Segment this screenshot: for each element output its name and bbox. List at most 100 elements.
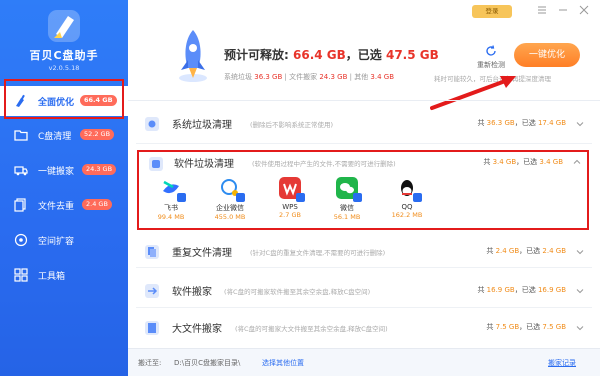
wechat-icon (336, 177, 362, 202)
sidebar-item-c-clean[interactable]: C盘清理 52.2 GB (0, 120, 128, 150)
choose-location-link[interactable]: 选择其他位置 (262, 358, 304, 368)
sidebar-item-dedupe[interactable]: 文件去重 2.4 GB (0, 190, 128, 220)
app-size: 56.1 MB (333, 213, 361, 221)
sidebar-item-space-expand[interactable]: 空间扩容 (0, 225, 128, 255)
rescan-button[interactable]: 重新检测 (470, 45, 512, 70)
software-icon (148, 156, 164, 172)
sidebar-badge: 24.3 GB (82, 164, 117, 175)
app-size: 99.4 MB (157, 213, 185, 221)
breakdown-sys-label: 系统垃圾 (224, 73, 252, 81)
move-icon (144, 283, 160, 299)
large-file-icon (144, 320, 160, 336)
row-stat: 共 16.9 GB，已选 16.9 GB (477, 285, 566, 295)
checkbox-checked[interactable] (177, 193, 186, 202)
sidebar-item-label: C盘清理 (38, 132, 72, 142)
stat-total: 3.4 GB (492, 158, 517, 166)
move-to-label: 搬迁至: (138, 359, 162, 367)
breakdown-move-value: 24.3 GB (319, 73, 348, 81)
refresh-icon (485, 45, 497, 57)
app-name: 百贝C盘助手 (29, 49, 99, 62)
stat-sel-prefix: ，已选 (514, 119, 536, 127)
minimize-icon[interactable] (558, 5, 568, 18)
release-selected: 47.5 GB (385, 48, 439, 62)
row-stat: 共 2.4 GB，已选 2.4 GB (486, 246, 566, 256)
app-name: 企业微信 (216, 204, 244, 212)
breakdown-other-label: 其他 (354, 73, 369, 81)
sidebar-badge: 2.4 GB (82, 199, 112, 210)
row-title: 重复文件清理 (172, 248, 232, 259)
disk-icon (14, 233, 28, 247)
checkbox-checked[interactable] (296, 193, 305, 202)
app-item-feishu[interactable]: 飞书 99.4 MB (151, 177, 191, 221)
stat-sel-prefix: ，已选 (519, 247, 541, 255)
rescan-label: 重新检测 (477, 61, 505, 69)
close-icon[interactable] (579, 5, 589, 18)
app-item-wecom[interactable]: 企业微信 455.0 MB (210, 177, 250, 221)
app-name: 微信 (340, 204, 354, 212)
sidebar-item-label: 空间扩容 (38, 237, 75, 247)
chevron-down-icon[interactable] (576, 324, 584, 332)
sidebar: 百贝C盘助手 v2.0.5.18 (0, 0, 128, 376)
stat-total-prefix: 共 (477, 119, 485, 127)
duplicate-icon (144, 244, 160, 260)
annotation-arrow (430, 76, 516, 110)
wecom-icon (219, 177, 245, 202)
stat-total: 7.5 GB (495, 323, 520, 331)
row-title: 软件搬家 (172, 287, 212, 298)
stat-selected: 16.9 GB (537, 286, 566, 294)
sidebar-badge: 52.2 GB (80, 129, 115, 140)
row-stat: 共 36.3 GB，已选 17.4 GB (477, 118, 566, 128)
checkbox-checked[interactable] (353, 193, 362, 202)
app-item-wps[interactable]: WPS 2.7 GB (270, 177, 310, 219)
grid-icon (14, 268, 28, 282)
chevron-down-icon[interactable] (576, 120, 584, 128)
move-log-link[interactable]: 搬家记录 (548, 358, 576, 368)
release-summary: 预计可释放: 66.4 GB，已选 47.5 GB (224, 46, 439, 63)
app-name: WPS (282, 203, 298, 211)
stat-total: 2.4 GB (495, 247, 520, 255)
stat-total-prefix: 共 (483, 158, 491, 166)
release-total: 66.4 GB (293, 48, 346, 62)
row-desc: (将C盘的可搬家大文件搬至其余空余盘,释放C盘空间) (235, 325, 388, 333)
breakdown-sys-value: 36.3 GB (254, 73, 283, 81)
release-breakdown: 系统垃圾 36.3 GB | 文件搬家 24.3 GB | 其他 3.4 GB (224, 73, 395, 81)
move-to-path: D:\百贝C盘搬家目录\ (174, 359, 241, 367)
checkbox-checked[interactable] (413, 193, 422, 202)
login-button[interactable]: 登录 (472, 5, 512, 18)
row-title: 软件垃圾清理 (174, 159, 234, 170)
sidebar-item-label: 文件去重 (38, 202, 75, 212)
category-row-system-junk[interactable]: 系统垃圾清理 (删除后不影响系统正常使用) 共 36.3 GB，已选 17.4 … (136, 108, 592, 144)
stat-sel-prefix: ，已选 (514, 286, 536, 294)
stat-total: 16.9 GB (486, 286, 515, 294)
chevron-up-icon[interactable] (573, 158, 581, 169)
breakdown-other-value: 3.4 GB (370, 73, 395, 81)
rocket-illustration (172, 28, 214, 86)
stat-selected: 3.4 GB (539, 158, 563, 166)
stat-selected: 2.4 GB (542, 247, 566, 255)
stat-selected: 17.4 GB (537, 119, 566, 127)
stat-total: 36.3 GB (486, 119, 515, 127)
app-item-qq[interactable]: QQ 162.2 MB (387, 177, 427, 219)
category-row-software-move[interactable]: 软件搬家 (将C盘的可搬家软件搬至其余空余盘,释放C盘空间) 共 16.9 GB… (136, 274, 592, 308)
stat-sel-prefix: ，已选 (519, 323, 541, 331)
sidebar-item-toolbox[interactable]: 工具箱 (0, 260, 128, 290)
one-click-optimize-button[interactable]: 一键优化 (514, 43, 580, 67)
sidebar-item-one-click-move[interactable]: 一键搬家 24.3 GB (0, 155, 128, 185)
app-item-wechat[interactable]: 微信 56.1 MB (327, 177, 367, 221)
checkbox-checked[interactable] (236, 193, 245, 202)
row-desc: (删除后不影响系统正常使用) (250, 121, 334, 129)
release-prefix: 预计可释放: (224, 48, 289, 62)
chevron-down-icon[interactable] (576, 287, 584, 295)
category-row-duplicate-files[interactable]: 重复文件清理 (针对C盘的重复文件清理,不需要的可进行删除) 共 2.4 GB，… (136, 236, 592, 268)
category-row-large-file-move[interactable]: 大文件搬家 (将C盘的可搬家大文件搬至其余空余盘,释放C盘空间) 共 7.5 G… (136, 312, 592, 344)
stat-total-prefix: 共 (486, 247, 494, 255)
chevron-down-icon[interactable] (576, 248, 584, 256)
sidebar-item-label: 工具箱 (38, 272, 66, 282)
row-stat: 共 7.5 GB，已选 7.5 GB (486, 322, 566, 332)
menu-icon[interactable] (537, 5, 547, 18)
app-name: 飞书 (164, 204, 178, 212)
stat-total-prefix: 共 (477, 286, 485, 294)
app-size: 2.7 GB (279, 211, 301, 219)
truck-icon (14, 163, 28, 177)
stat-sel-prefix: ，已选 (516, 158, 538, 166)
